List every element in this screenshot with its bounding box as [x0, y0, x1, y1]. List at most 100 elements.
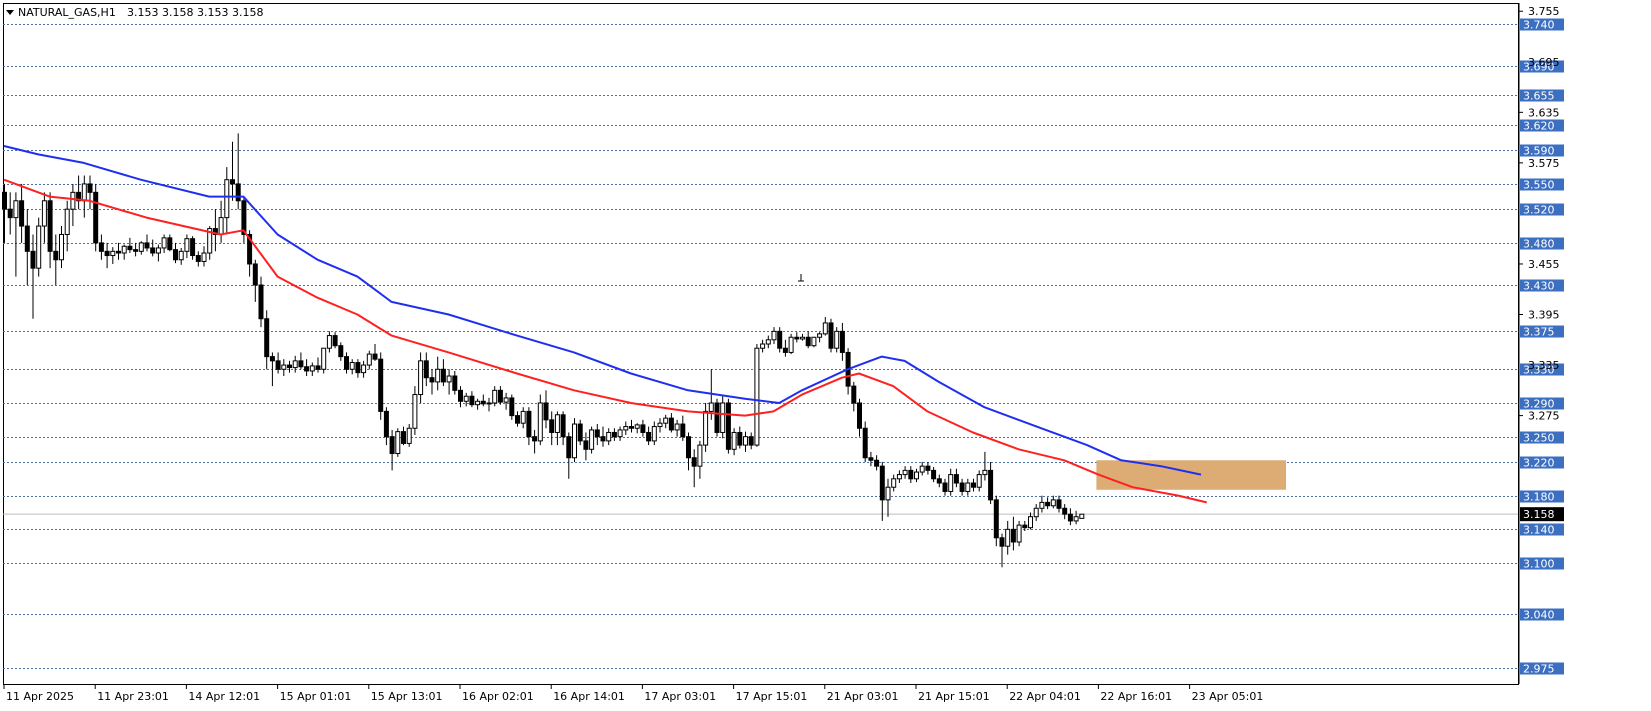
level-price-label: 3.740: [1520, 18, 1564, 32]
candle-body: [332, 335, 338, 347]
candle-body: [543, 402, 549, 421]
candle[interactable]: [395, 428, 401, 457]
candle-body: [634, 424, 640, 429]
svg-text:3.755: 3.755: [1528, 5, 1560, 18]
candle-body: [691, 457, 697, 467]
svg-text:3.290: 3.290: [1523, 398, 1555, 411]
candle-body: [805, 336, 811, 347]
candle-body: [281, 364, 287, 370]
candle-body: [1010, 528, 1016, 543]
svg-text:15 Apr 13:01: 15 Apr 13:01: [371, 690, 443, 703]
svg-text:3.430: 3.430: [1523, 280, 1555, 293]
candle[interactable]: [788, 333, 794, 355]
candle[interactable]: [378, 352, 384, 420]
symbol-header[interactable]: NATURAL_GAS,H1 3.153 3.158 3.153 3.158: [6, 6, 263, 19]
level-price-label: 3.250: [1520, 431, 1564, 445]
candle-body: [355, 362, 361, 374]
candle-body: [1062, 507, 1068, 515]
candle[interactable]: [828, 318, 834, 353]
level-price-label: 3.590: [1520, 144, 1564, 158]
candle-body: [554, 414, 560, 433]
candle-body: [87, 183, 93, 193]
candle-body: [663, 417, 669, 424]
candle-body: [190, 238, 196, 257]
candle-body: [127, 245, 133, 251]
candle-body: [668, 417, 674, 431]
candle-body: [418, 360, 424, 396]
candle-body: [13, 200, 19, 219]
price-tick-partial: 3.335: [1528, 359, 1560, 372]
candle-body: [600, 436, 606, 442]
candle-body: [378, 358, 384, 412]
candle-body: [788, 336, 794, 353]
candle[interactable]: [777, 327, 783, 353]
candle-body: [988, 469, 994, 501]
candle-body: [292, 360, 298, 369]
candle-body: [817, 333, 823, 338]
candle-body: [349, 362, 355, 370]
chart[interactable]: 3.740 3.690 3.655 3.620 3.590 3.550 3.520 3.480…: [0, 0, 1651, 707]
candle-body: [98, 242, 104, 252]
candle-body: [138, 242, 144, 252]
candle[interactable]: [714, 398, 720, 437]
svg-text:3.395: 3.395: [1528, 309, 1560, 322]
candle-body: [560, 414, 566, 438]
candle[interactable]: [321, 347, 327, 374]
svg-text:3.635: 3.635: [1528, 106, 1560, 119]
candle-body: [765, 339, 771, 345]
candle[interactable]: [754, 344, 760, 447]
candle-body: [857, 402, 862, 429]
candle-body: [401, 431, 406, 444]
candle-body: [629, 426, 634, 429]
candle-body: [452, 375, 458, 391]
svg-text:3.655: 3.655: [1523, 90, 1555, 103]
svg-text:23 Apr 05:01: 23 Apr 05:01: [1192, 690, 1264, 703]
candle[interactable]: [572, 418, 577, 462]
candle-body: [53, 250, 59, 261]
candle-body: [395, 431, 401, 455]
candle[interactable]: [93, 183, 99, 252]
candle-body: [1028, 516, 1033, 529]
candle-body: [446, 375, 452, 383]
candle-body: [754, 347, 760, 446]
candle[interactable]: [589, 426, 595, 454]
candle-body: [657, 422, 663, 428]
candle-body: [110, 250, 116, 257]
candle-body: [714, 402, 720, 433]
svg-text:3.158: 3.158: [1523, 508, 1555, 521]
candle-body: [782, 347, 788, 353]
candle[interactable]: [577, 419, 583, 446]
candle[interactable]: [509, 394, 515, 420]
candle-body: [492, 389, 498, 404]
candle-body: [720, 402, 726, 433]
candle-body: [862, 427, 868, 459]
svg-text:21 Apr 03:01: 21 Apr 03:01: [827, 690, 899, 703]
candle-body: [372, 353, 378, 360]
candle-body: [931, 469, 937, 480]
candle[interactable]: [1016, 520, 1022, 547]
candle-body: [583, 440, 589, 450]
svg-text:3.275: 3.275: [1528, 410, 1560, 423]
candle-body: [874, 459, 880, 467]
candle[interactable]: [725, 398, 731, 454]
candle-body: [1045, 501, 1051, 507]
candle-body: [942, 482, 948, 492]
chart-svg[interactable]: 3.7403.6903.6553.6203.5903.5503.5203.480…: [0, 0, 1651, 707]
candle-body: [879, 465, 885, 501]
candle-body: [993, 499, 999, 539]
candle-body: [144, 242, 150, 249]
candle-body: [173, 249, 178, 261]
svg-text:17 Apr 03:01: 17 Apr 03:01: [644, 690, 716, 703]
candle-body: [230, 179, 235, 185]
candle-body: [59, 233, 64, 261]
level-price-label: 3.375: [1520, 325, 1564, 339]
candle[interactable]: [811, 336, 817, 348]
svg-text:3.100: 3.100: [1523, 558, 1555, 571]
candle-body: [606, 431, 612, 442]
candle[interactable]: [834, 327, 840, 353]
candle-body: [594, 429, 600, 438]
candle-body: [515, 415, 520, 424]
candle[interactable]: [1079, 513, 1085, 519]
candle[interactable]: [36, 217, 42, 277]
candle-body: [389, 436, 395, 455]
